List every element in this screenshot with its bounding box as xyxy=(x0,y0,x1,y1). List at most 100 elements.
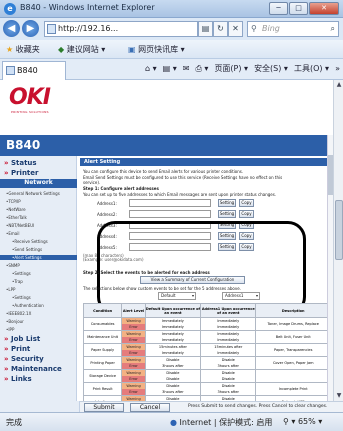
print-icon[interactable]: ⎙ ▾ xyxy=(195,61,208,77)
nav-tcpip[interactable]: •TCP/IP xyxy=(0,199,77,204)
security-zone[interactable]: ● Internet | 保护模式: 启用 xyxy=(170,417,272,428)
favorites-button[interactable]: ★ 收藏夹 xyxy=(6,44,40,55)
mail-icon[interactable]: ✉ xyxy=(183,61,190,77)
timing-value[interactable]: Immediately xyxy=(146,337,200,343)
tools-menu[interactable]: 工具(O) ▾ xyxy=(294,61,329,77)
search-input[interactable]: ⚲ Bing ⌕ xyxy=(247,21,339,37)
window-title: B840 - Windows Internet Explorer xyxy=(20,3,155,12)
nav-alert-settings[interactable]: •Alert Settings xyxy=(0,255,77,260)
intro-text-1: You can configure this device to send Em… xyxy=(83,169,244,174)
table-header: Default Upon occurrence of an event xyxy=(144,303,202,318)
suggested-sites-link[interactable]: ◆ 建议网站 ▾ xyxy=(58,44,105,55)
copy-button[interactable]: Copy xyxy=(239,199,254,207)
nav-lpp-settings[interactable]: •Settings xyxy=(0,295,77,300)
title-bar: e B840 - Windows Internet Explorer ─ □ ✕ xyxy=(0,0,343,18)
address-bar: ◀ ▶ http://192.16... ▤ ↻ ✕ ⚲ Bing ⌕ xyxy=(0,18,343,40)
home-icon[interactable]: ⌂ ▾ xyxy=(145,61,157,77)
copy-button[interactable]: Copy xyxy=(239,210,254,218)
nav-snmp-trap[interactable]: •Trap xyxy=(0,279,77,284)
condition-cell: Printing Paper xyxy=(82,356,123,370)
timing-value[interactable]: 3hours after xyxy=(201,389,255,395)
forward-arrow-icon[interactable]: ▶ xyxy=(22,20,39,37)
nav-job-list[interactable]: » Job List xyxy=(0,335,77,343)
nav-send-settings[interactable]: •Send Settings xyxy=(0,247,77,252)
address1-timing-cell: Immediately Immediately xyxy=(200,317,257,331)
stop-icon[interactable]: ✕ xyxy=(228,21,243,37)
alert-level-badge: Error xyxy=(122,350,145,356)
favorites-bar: ★ 收藏夹 ◆ 建议网站 ▾ ▣ 网页快讯库 ▾ xyxy=(0,40,343,59)
nav-lpp[interactable]: •LPP xyxy=(0,287,77,292)
nav-receive-settings[interactable]: •Receive Settings xyxy=(0,239,77,244)
nav-status[interactable]: » Status xyxy=(0,159,77,167)
web-slice-gallery-link[interactable]: ▣ 网页快讯库 ▾ xyxy=(128,44,185,55)
feeds-icon[interactable]: ▤ ▾ xyxy=(163,61,177,77)
bing-icon: ⚲ xyxy=(251,24,257,33)
nav-ipp[interactable]: •IPP xyxy=(0,327,77,332)
timing-value[interactable]: Disable xyxy=(146,376,200,382)
scroll-up-icon[interactable]: ▲ xyxy=(334,80,343,90)
submit-button[interactable]: Submit xyxy=(84,403,124,412)
cancel-button[interactable]: Cancel xyxy=(130,403,170,412)
timing-value[interactable]: Immediately xyxy=(201,324,255,330)
nav-snmp-settings[interactable]: •Settings xyxy=(0,271,77,276)
status-bar: 完成 ● Internet | 保护模式: 启用 ⚲ ▾ 65% ▾ xyxy=(0,412,343,431)
alert-level-badge: Error xyxy=(122,337,145,343)
nav-lpp-auth[interactable]: •Authentication xyxy=(0,303,77,308)
page-content: OKI PRINTING SOLUTIONS B840 » Status » P… xyxy=(0,80,343,401)
more-icon[interactable]: » xyxy=(335,61,340,77)
description-cell: Incomplete Print xyxy=(255,382,331,396)
star-icon: ★ xyxy=(6,45,14,54)
maximize-button[interactable]: □ xyxy=(289,2,308,15)
nav-network[interactable]: Network xyxy=(0,179,77,188)
nav-ethertalk[interactable]: •EtherTalk xyxy=(0,215,77,220)
frame-scroll-thumb[interactable] xyxy=(328,155,333,195)
safety-menu[interactable]: 安全(S) ▾ xyxy=(254,61,288,77)
timing-value[interactable]: Immediately xyxy=(201,337,255,343)
nav-printer[interactable]: » Printer xyxy=(0,169,77,177)
nav-nbt[interactable]: •NBT/NetBEUI xyxy=(0,223,77,228)
table-header: Condition xyxy=(82,303,123,318)
scroll-thumb[interactable] xyxy=(335,200,343,260)
timing-value[interactable]: 3hours after xyxy=(146,389,200,395)
nav-print[interactable]: » Print xyxy=(0,345,77,353)
nav-bonjour[interactable]: •Bonjour xyxy=(0,319,77,324)
nav-general-network[interactable]: •General Network Settings xyxy=(0,191,77,196)
scroll-down-icon[interactable]: ▼ xyxy=(334,391,343,401)
address2-input[interactable] xyxy=(129,210,211,218)
default-timing-cell: Disable3hours after xyxy=(144,356,202,370)
nav-ieee8021x[interactable]: •IEEE802.1X xyxy=(0,311,77,316)
setting-button[interactable]: Setting xyxy=(218,210,236,218)
close-button[interactable]: ✕ xyxy=(309,2,339,15)
setting-button[interactable]: Setting xyxy=(218,199,236,207)
web-slice-icon: ▣ xyxy=(128,45,136,54)
tab-b840[interactable]: B840 xyxy=(2,61,66,80)
nav-snmp[interactable]: •SNMP xyxy=(0,263,77,268)
timing-value[interactable]: Immediately xyxy=(146,324,200,330)
tab-page-icon xyxy=(6,66,15,75)
timing-value[interactable]: 3hours after xyxy=(201,363,255,369)
timing-value[interactable]: Immediately xyxy=(146,350,200,356)
alert-table: Condition Alert Level Default Upon occur… xyxy=(82,303,331,401)
address1-input[interactable] xyxy=(129,199,211,207)
description-cell: Belt Unit, Fuser Unit xyxy=(255,330,331,344)
timing-value[interactable]: Disable xyxy=(201,376,255,382)
nav-links[interactable]: » Links xyxy=(0,375,77,383)
refresh-icon[interactable]: ↻ xyxy=(213,21,228,37)
page-scrollbar[interactable]: ▲ ▼ xyxy=(333,80,343,401)
nav-maintenance[interactable]: » Maintenance xyxy=(0,365,77,373)
nav-netware[interactable]: •NetWare xyxy=(0,207,77,212)
minimize-button[interactable]: ─ xyxy=(269,2,288,15)
search-icon[interactable]: ⌕ xyxy=(331,22,335,36)
frame-scrollbar[interactable] xyxy=(327,135,333,401)
back-arrow-icon[interactable]: ◀ xyxy=(3,20,20,37)
page-menu[interactable]: 页面(P) ▾ xyxy=(214,61,248,77)
table-row: Printing Paper Warning Error Disable 3hours … xyxy=(82,356,331,370)
table-row: Print Result Warning Error Disable 3hours af… xyxy=(82,382,331,396)
zoom-control[interactable]: ⚲ ▾ 65% ▾ xyxy=(283,417,322,426)
timing-value[interactable]: Immediately xyxy=(201,350,255,356)
url-input[interactable]: http://192.16... xyxy=(44,21,198,37)
nav-email[interactable]: •Email xyxy=(0,231,77,236)
timing-value[interactable]: 3hours after xyxy=(146,363,200,369)
compatibility-icon[interactable]: ▤ xyxy=(198,21,213,37)
nav-security[interactable]: » Security xyxy=(0,355,77,363)
